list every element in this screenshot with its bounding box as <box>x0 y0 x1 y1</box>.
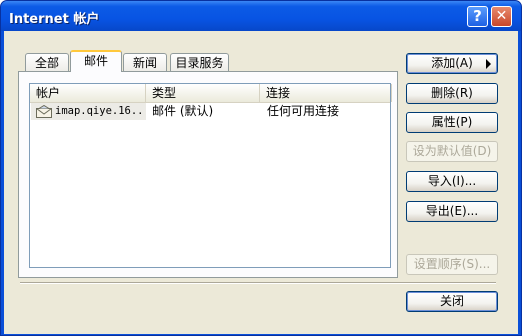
column-header-type[interactable]: 类型 <box>146 84 260 102</box>
column-header-connection[interactable]: 连接 <box>260 84 392 102</box>
title-bar[interactable]: Internet 帐户 ? ✕ <box>1 1 521 31</box>
accounts-list[interactable]: 帐户 类型 连接 imap.qiye.16... 邮件 (默认) 任何可用连接 <box>29 83 392 268</box>
close-window-button[interactable]: ✕ <box>491 6 512 27</box>
tab-all[interactable]: 全部 <box>25 53 69 72</box>
close-icon: ✕ <box>495 8 508 24</box>
add-button[interactable]: 添加(A) <box>406 53 498 74</box>
type-cell: 邮件 (默认) <box>152 104 214 118</box>
remove-button[interactable]: 删除(R) <box>406 83 498 104</box>
tab-news[interactable]: 新闻 <box>123 53 167 72</box>
list-header: 帐户 类型 连接 <box>30 84 392 103</box>
account-cell: imap.qiye.16... <box>31 103 146 120</box>
set-order-button[interactable]: 设置顺序(S)... <box>406 254 498 275</box>
help-button[interactable]: ? <box>467 6 488 27</box>
tab-mail[interactable]: 邮件 <box>70 50 122 72</box>
mail-account-icon <box>36 105 52 118</box>
import-button[interactable]: 导入(I)... <box>406 171 498 192</box>
tab-directory-service[interactable]: 目录服务 <box>170 53 229 72</box>
table-row[interactable]: imap.qiye.16... 邮件 (默认) 任何可用连接 <box>30 103 390 120</box>
help-icon: ? <box>473 7 482 25</box>
submenu-arrow-icon <box>486 59 491 69</box>
properties-button[interactable]: 属性(P) <box>406 112 498 133</box>
separator <box>20 282 496 284</box>
window-title: Internet 帐户 <box>9 12 100 27</box>
internet-accounts-window: Internet 帐户 ? ✕ 全部 邮件 新闻 目录服务 帐户 类型 连接 i… <box>0 0 522 336</box>
account-name: imap.qiye.16... <box>55 105 146 117</box>
close-button[interactable]: 关闭 <box>406 291 498 312</box>
add-button-label: 添加(A) <box>431 56 473 70</box>
set-default-button[interactable]: 设为默认值(D) <box>406 141 498 162</box>
connection-cell: 任何可用连接 <box>267 104 340 118</box>
export-button[interactable]: 导出(E)... <box>406 201 498 222</box>
column-header-account[interactable]: 帐户 <box>30 84 146 102</box>
